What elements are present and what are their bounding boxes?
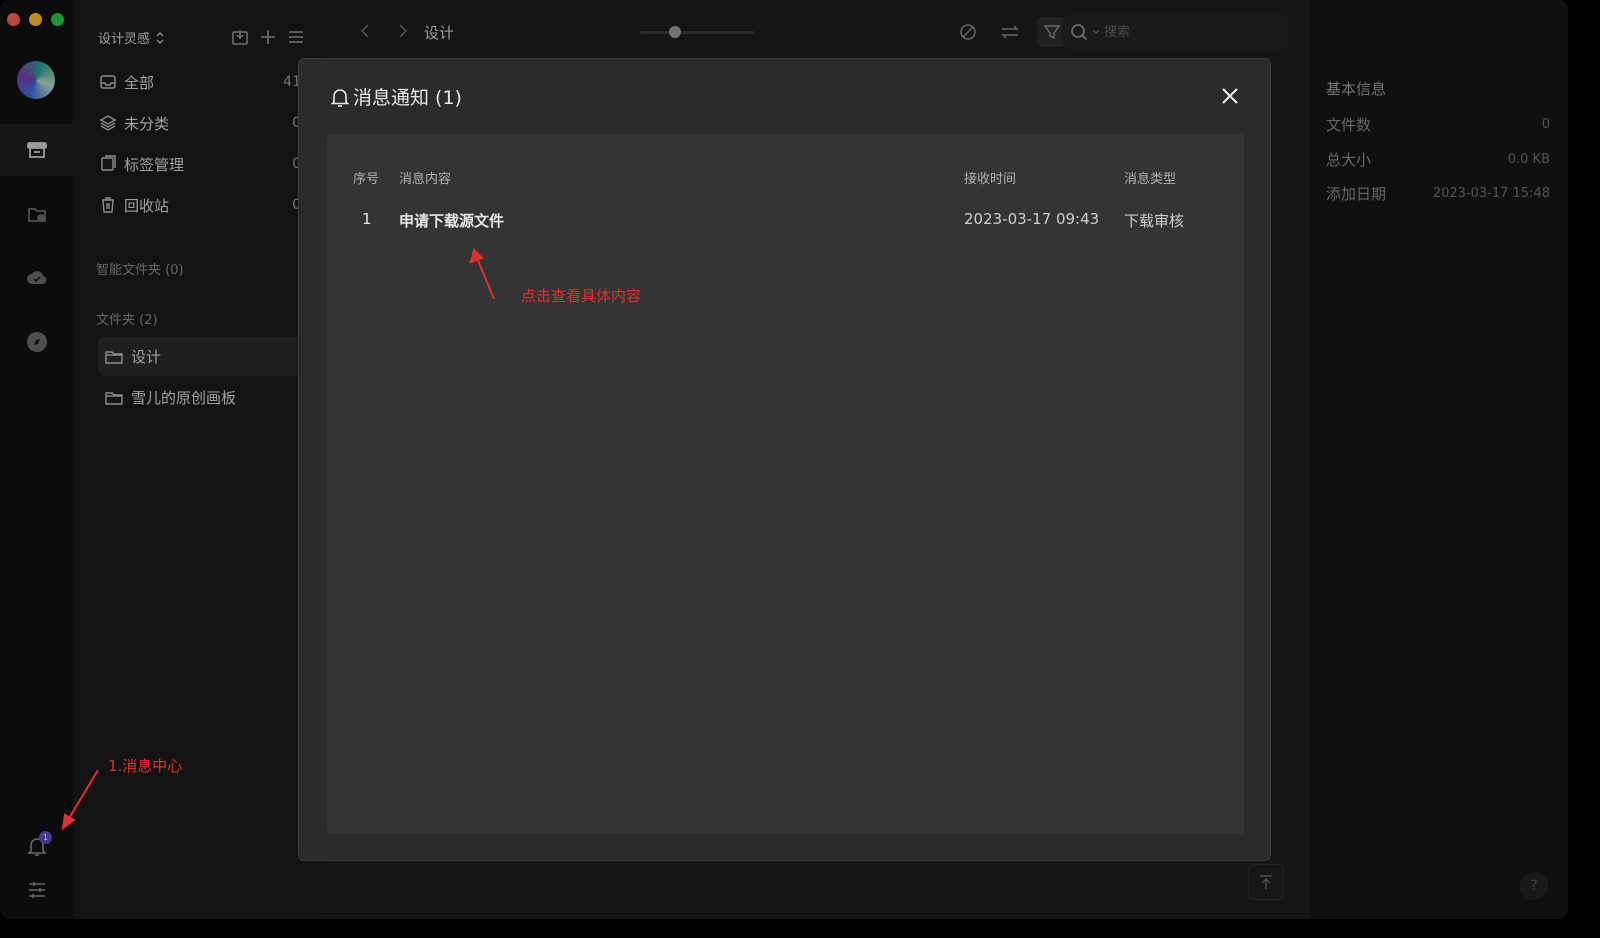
annotation-message-center: 1.消息中心 [108,757,183,775]
app-window: 1 设计灵感 全部 41 未分类 0 标签管理 0 回收站 0 智能文件夹 (0… [0,0,1568,919]
annotation-arrows [61,248,495,831]
annotation-detail-hint: 点击查看具体内容 [521,287,642,305]
